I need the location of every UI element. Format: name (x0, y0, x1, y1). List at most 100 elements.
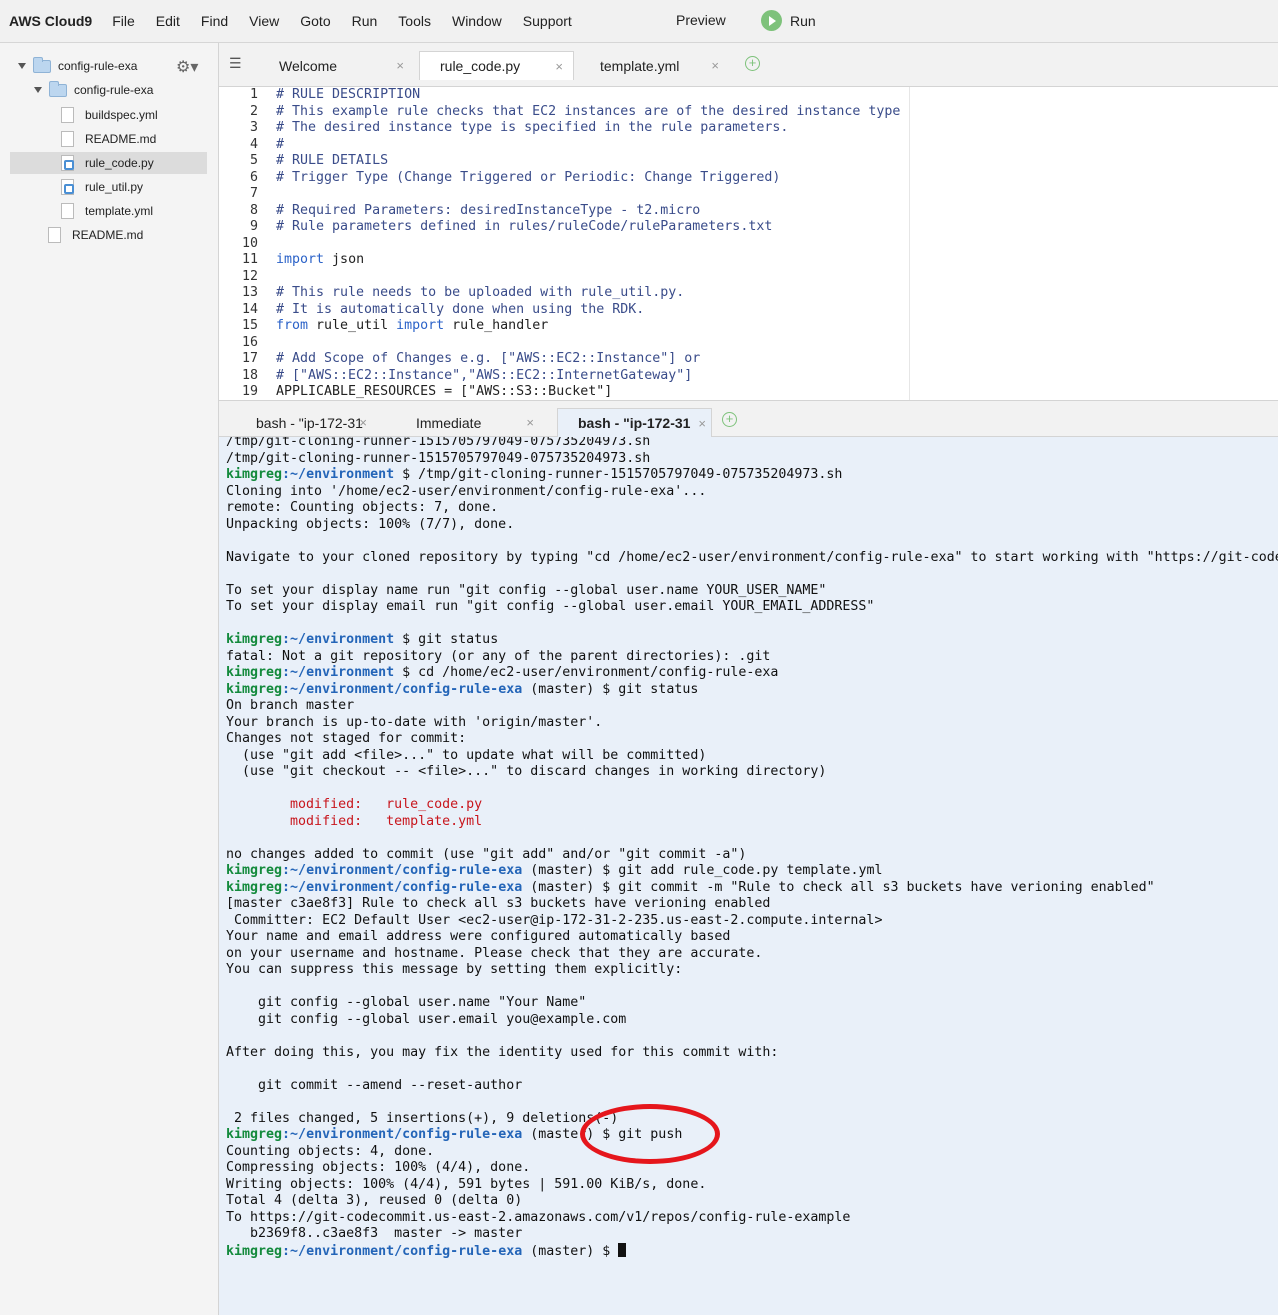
play-icon (761, 10, 782, 31)
prompt-user: kimgreg (226, 1243, 283, 1259)
file-icon (48, 227, 61, 243)
close-icon[interactable]: × (711, 58, 719, 73)
line-number: 14 (241, 301, 258, 317)
print-margin (909, 87, 910, 400)
file-icon (61, 203, 74, 219)
tab-welcome[interactable]: Welcome × (259, 51, 414, 80)
tree-file-readme-root[interactable]: README.md (48, 224, 198, 246)
menu-tools[interactable]: Tools (398, 13, 431, 29)
command-text: (master) $ git status (522, 681, 699, 697)
tree-label: config-rule-exa (58, 59, 138, 73)
tree-label: rule_util.py (85, 180, 144, 194)
command-text: (master) $ git add rule_code.py template… (522, 863, 883, 878)
code-editor[interactable]: 1 # RULE DESCRIPTION 2 # This example rule … (219, 87, 1278, 400)
close-icon[interactable]: × (526, 415, 534, 430)
line-number: 5 (249, 153, 258, 168)
run-button[interactable]: Run (761, 10, 816, 31)
terminal-line: git commit --amend --reset-author (226, 1077, 523, 1093)
terminal-line: Unpacking objects: 100% (7/7), done. (226, 516, 515, 532)
code-line: # Required Parameters: desiredInstanceTy… (276, 202, 701, 218)
gear-icon[interactable]: ⚙▾ (176, 57, 198, 77)
prompt-path: :~/environment/config-rule-exa (282, 1127, 523, 1142)
tree-file-buildspec[interactable]: buildspec.yml (61, 104, 201, 126)
code-line: # Rule parameters defined in rules/ruleC… (276, 219, 773, 234)
run-label: Run (790, 12, 816, 29)
terminal-line: git config --global user.email you@examp… (226, 1011, 627, 1027)
app-brand[interactable]: AWS Cloud9 (9, 13, 92, 29)
terminal-output[interactable]: /tmp/git-cloning-runner-1515705797049-07… (219, 437, 1278, 1315)
menu-file[interactable]: File (112, 13, 135, 29)
tree-subfolder[interactable]: config-rule-exa (34, 79, 204, 101)
close-icon[interactable]: × (396, 58, 404, 73)
terminal-line: modified: template.yml (226, 813, 483, 829)
tab-label: Welcome (279, 57, 338, 74)
prompt-path: :~/environment (282, 467, 395, 482)
prompt-user: kimgreg (226, 467, 283, 482)
add-tab-icon[interactable]: + (745, 56, 760, 71)
terminal-line: kimgreg:~/environment $ git status (226, 632, 498, 649)
keyword: import (276, 252, 325, 267)
tab-rule-code[interactable]: rule_code.py × (419, 51, 574, 80)
tab-template[interactable]: template.yml × (579, 51, 729, 80)
expand-triangle-icon[interactable] (18, 63, 26, 69)
expand-triangle-icon[interactable] (34, 87, 42, 93)
file-icon (61, 131, 74, 147)
line-number: 9 (249, 219, 258, 234)
menu-window[interactable]: Window (452, 13, 502, 29)
menu-find[interactable]: Find (201, 13, 228, 29)
terminal-tabbar: bash - "ip-172-31 × Immediate × bash - "… (219, 400, 1278, 437)
tab-immediate[interactable]: Immediate × (394, 408, 544, 437)
menu-support[interactable]: Support (523, 13, 572, 29)
code-line: # Trigger Type (Change Triggered or Peri… (276, 169, 781, 185)
line-number: 19 (241, 384, 258, 399)
identifier: json (324, 252, 365, 267)
line-number: 15 (241, 318, 258, 333)
terminal-line: [master c3ae8f3] Rule to check all s3 bu… (226, 896, 771, 911)
tab-bash-2[interactable]: bash - "ip-172-31 × (557, 408, 712, 437)
line-number: 6 (249, 169, 258, 185)
line-number: 7 (249, 186, 258, 201)
prompt-user: kimgreg (226, 632, 283, 647)
preview-button[interactable]: Preview (676, 12, 726, 28)
terminal-line: After doing this, you may fix the identi… (226, 1044, 779, 1060)
tree-file-rule-code[interactable]: rule_code.py (10, 152, 207, 174)
menu-edit[interactable]: Edit (156, 13, 180, 29)
close-icon[interactable]: × (359, 415, 367, 430)
folder-icon (49, 80, 67, 97)
line-number: 17 (241, 351, 258, 366)
terminal-line: fatal: Not a git repository (or any of t… (226, 648, 771, 664)
command-text: $ cd /home/ec2-user/environment/config-r… (394, 665, 779, 680)
tree-file-template[interactable]: template.yml (61, 200, 201, 222)
menu-goto[interactable]: Goto (300, 13, 330, 29)
terminal-line: kimgreg:~/environment/config-rule-exa (m… (226, 682, 698, 699)
prompt-path: :~/environment/config-rule-exa (282, 879, 523, 895)
line-number: 2 (249, 103, 258, 119)
code-line: APPLICABLE_RESOURCES = ["AWS::S3::Bucket… (276, 384, 613, 399)
command-text: (master) $ git commit -m "Rule to check … (522, 879, 1155, 895)
close-icon[interactable]: × (555, 59, 563, 74)
tab-list-icon[interactable]: ☰ (229, 55, 242, 72)
prompt-path: :~/environment (282, 665, 395, 680)
tab-label: Immediate (416, 414, 482, 431)
terminal-line: Your name and email address were configu… (226, 929, 731, 944)
terminal-line: To https://git-codecommit.us-east-2.amaz… (226, 1209, 851, 1225)
prompt-user: kimgreg (226, 665, 283, 680)
line-number: 16 (241, 334, 258, 350)
terminal-line: b2369f8..c3ae8f3 master -> master (226, 1226, 523, 1241)
terminal-line: git config --global user.name "Your Name… (226, 995, 587, 1010)
terminal-line: Navigate to your cloned repository by ty… (226, 549, 1278, 565)
code-line: # RULE DESCRIPTION (276, 87, 421, 102)
terminal-cursor (618, 1242, 627, 1257)
tree-file-rule-util[interactable]: rule_util.py (61, 176, 201, 198)
code-line: # The desired instance type is specified… (276, 120, 789, 135)
close-icon[interactable]: × (698, 416, 706, 431)
menu-run[interactable]: Run (352, 13, 378, 29)
tree-file-readme[interactable]: README.md (61, 128, 201, 150)
tab-bash-1[interactable]: bash - "ip-172-31 × (229, 408, 389, 437)
add-terminal-icon[interactable]: + (722, 412, 737, 427)
annotation-circle (580, 1104, 720, 1164)
tree-label: README.md (85, 132, 157, 146)
code-line: from rule_util import rule_handler (276, 318, 548, 333)
menu-view[interactable]: View (249, 13, 279, 29)
editor-tabbar: ☰ Welcome × rule_code.py × template.yml … (219, 43, 1278, 87)
